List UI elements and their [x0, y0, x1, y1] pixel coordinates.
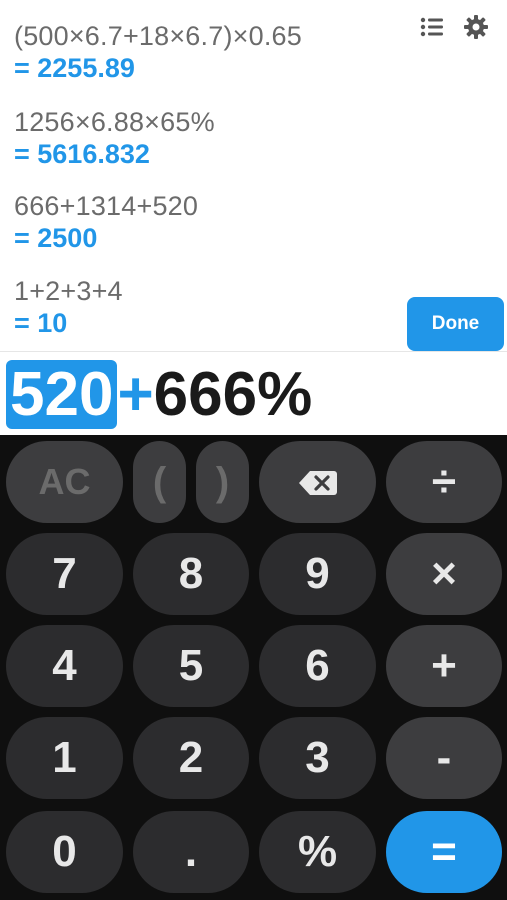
history-expression: 666+1314+520: [14, 191, 199, 221]
multiply-button[interactable]: ×: [386, 533, 502, 615]
open-paren-button[interactable]: (: [133, 441, 186, 523]
digit-7-button[interactable]: 7: [6, 533, 123, 615]
history-entry[interactable]: 1+2+3+4 = 10: [14, 275, 123, 339]
backspace-icon: [298, 457, 338, 507]
plus-button[interactable]: +: [386, 625, 502, 707]
history-result: = 5616.832: [14, 139, 150, 169]
close-paren-button[interactable]: ): [196, 441, 249, 523]
percent-button[interactable]: %: [259, 811, 376, 893]
list-icon[interactable]: [419, 14, 445, 40]
digit-4-button[interactable]: 4: [6, 625, 123, 707]
done-button[interactable]: Done: [407, 297, 504, 351]
keypad: AC ( ) ÷ 7 8 9 × 4 5 6 + 1 2 3 - 0 . % =: [0, 435, 507, 900]
ac-button[interactable]: AC: [6, 441, 123, 523]
operator-plus: +: [117, 360, 154, 429]
history-entry[interactable]: 1256×6.88×65% = 5616.832: [14, 106, 215, 170]
digit-9-button[interactable]: 9: [259, 533, 376, 615]
decimal-button[interactable]: .: [133, 811, 249, 893]
digit-5-button[interactable]: 5: [133, 625, 249, 707]
history-result: = 2500: [14, 223, 98, 253]
equals-button[interactable]: =: [386, 811, 502, 893]
history-expression: 1256×6.88×65%: [14, 107, 215, 137]
history-result: = 10: [14, 308, 68, 338]
backspace-button[interactable]: [259, 441, 376, 523]
history-expression: 1+2+3+4: [14, 276, 123, 306]
history-entry[interactable]: 666+1314+520 = 2500: [14, 190, 198, 254]
history-result: = 2255.89: [14, 53, 135, 83]
expression-input[interactable]: 520+666%: [0, 352, 507, 435]
digit-3-button[interactable]: 3: [259, 717, 376, 799]
digit-0-button[interactable]: 0: [6, 811, 123, 893]
divide-button[interactable]: ÷: [386, 441, 502, 523]
minus-button[interactable]: -: [386, 717, 502, 799]
expression-text: 520+666%: [6, 360, 312, 430]
digit-6-button[interactable]: 6: [259, 625, 376, 707]
selected-number[interactable]: 520: [6, 360, 118, 429]
history-panel: (500×6.7+18×6.7)×0.65 = 2255.89 1256×6.8…: [0, 0, 507, 351]
gear-icon[interactable]: [463, 14, 489, 40]
toolbar: [419, 14, 489, 40]
digit-2-button[interactable]: 2: [133, 717, 249, 799]
digit-8-button[interactable]: 8: [133, 533, 249, 615]
expression-rest: 666%: [153, 360, 313, 429]
history-entry[interactable]: (500×6.7+18×6.7)×0.65 = 2255.89: [14, 20, 302, 84]
history-expression: (500×6.7+18×6.7)×0.65: [14, 21, 302, 51]
digit-1-button[interactable]: 1: [6, 717, 123, 799]
